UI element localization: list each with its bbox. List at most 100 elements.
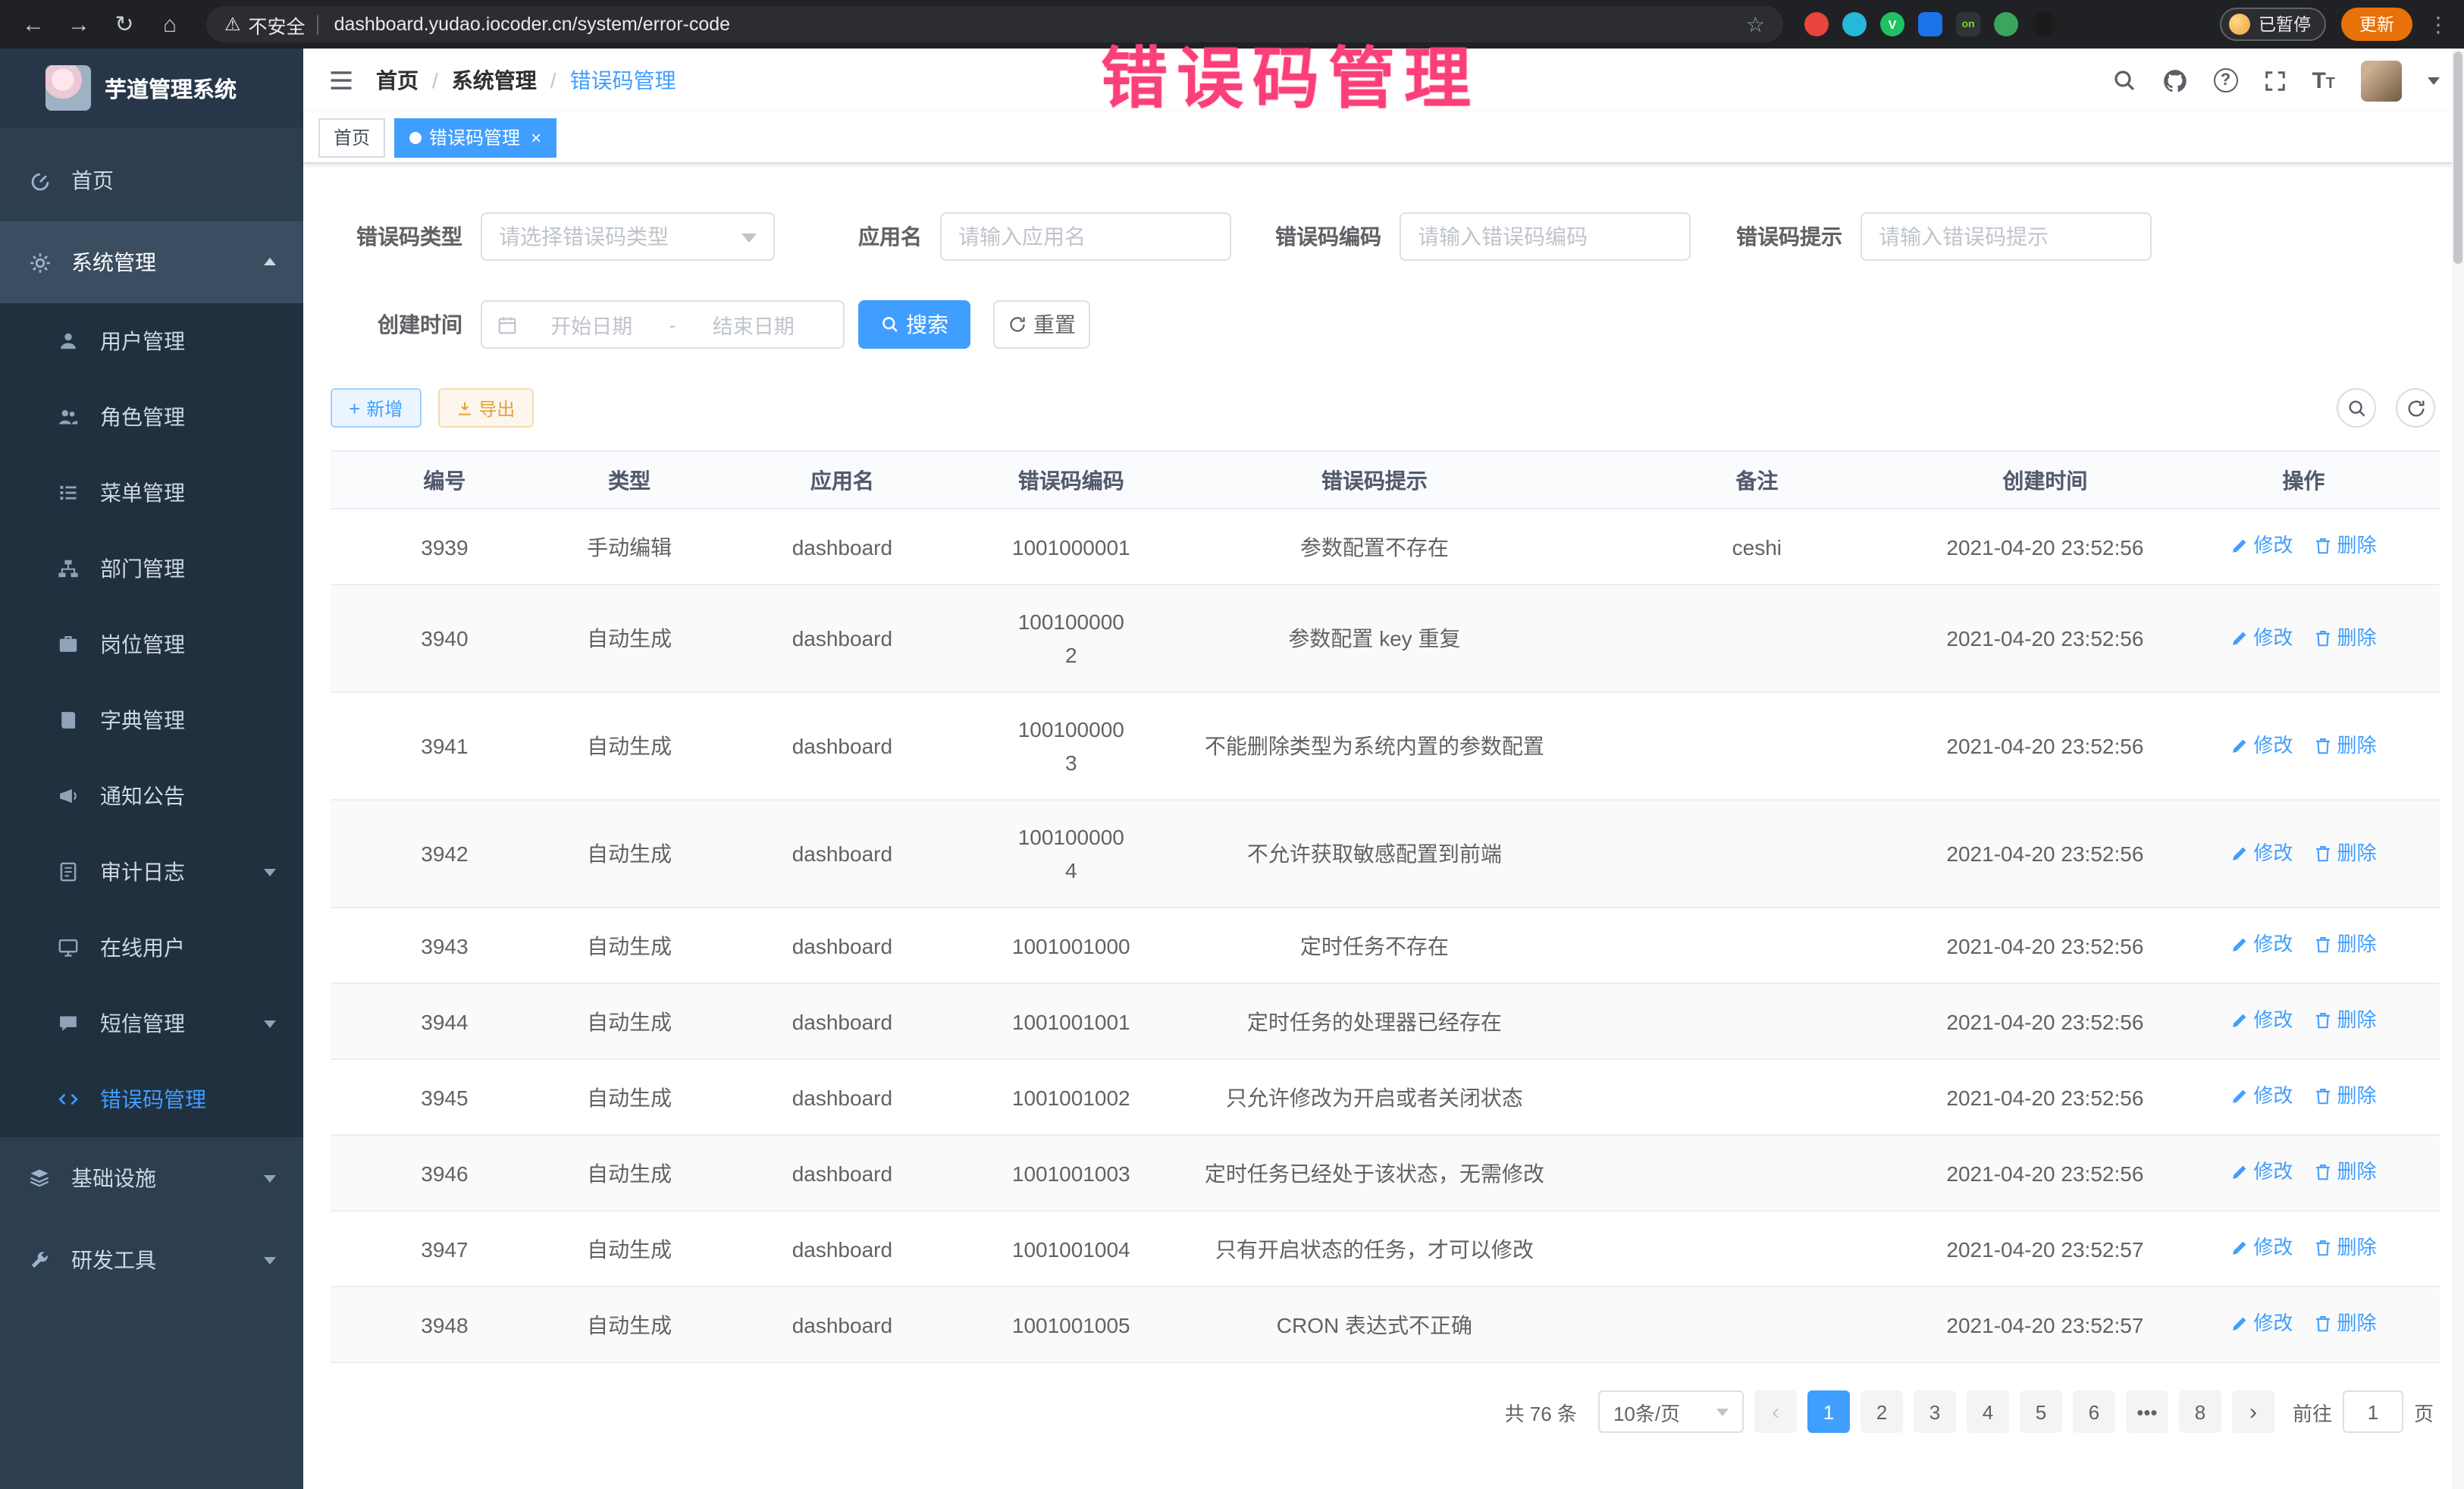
- update-button[interactable]: 更新: [2341, 8, 2412, 41]
- sidebar-item-dev-tools[interactable]: 研发工具: [0, 1219, 303, 1301]
- scrollbar-thumb[interactable]: [2453, 52, 2462, 264]
- cell-id: 3943: [331, 908, 559, 983]
- sidebar-item-infra[interactable]: 基础设施: [0, 1137, 303, 1219]
- sidebar-item-sms[interactable]: 短信管理: [0, 986, 303, 1061]
- sidebar-item-label: 错误码管理: [100, 1084, 206, 1114]
- sidebar-item-online-user[interactable]: 在线用户: [0, 910, 303, 986]
- scrollbar[interactable]: [2452, 49, 2464, 1489]
- edit-button[interactable]: 修改: [2230, 1231, 2293, 1265]
- sidebar-item-dict[interactable]: 字典管理: [0, 682, 303, 758]
- extension-icon[interactable]: on: [1956, 12, 1980, 36]
- edit-button[interactable]: 修改: [2230, 1004, 2293, 1037]
- delete-button[interactable]: 删除: [2314, 836, 2376, 870]
- refresh-button[interactable]: [2396, 388, 2435, 428]
- chevron-down-icon[interactable]: [2428, 77, 2440, 90]
- pagination-more[interactable]: •••: [2126, 1390, 2168, 1433]
- goto-page-input[interactable]: [2343, 1390, 2403, 1433]
- delete-button[interactable]: 删除: [2314, 729, 2376, 762]
- delete-button[interactable]: 删除: [2314, 1307, 2376, 1340]
- home-button[interactable]: ⌂: [152, 6, 188, 42]
- page-size-select[interactable]: 10条/页: [1598, 1390, 1744, 1433]
- extension-icon[interactable]: [1994, 12, 2018, 36]
- reset-button[interactable]: 重置: [993, 300, 1090, 349]
- close-icon[interactable]: ×: [531, 128, 541, 146]
- date-range-picker[interactable]: 开始日期 - 结束日期: [481, 300, 845, 349]
- cell-app: dashboard: [700, 908, 984, 983]
- pagination-next[interactable]: ›: [2232, 1390, 2274, 1433]
- delete-button[interactable]: 删除: [2314, 928, 2376, 961]
- sidebar-item-role[interactable]: 角色管理: [0, 379, 303, 455]
- delete-button[interactable]: 删除: [2314, 1080, 2376, 1113]
- pagination-page-2[interactable]: 2: [1861, 1390, 1903, 1433]
- extension-icon[interactable]: [2032, 12, 2056, 36]
- pagination-page-1[interactable]: 1: [1807, 1390, 1850, 1433]
- delete-button[interactable]: 删除: [2314, 621, 2376, 654]
- tag-home[interactable]: 首页: [318, 118, 385, 157]
- edit-button[interactable]: 修改: [2230, 1307, 2293, 1340]
- error-type-select[interactable]: 请选择错误码类型: [481, 212, 775, 261]
- github-icon[interactable]: [2161, 67, 2187, 93]
- hamburger-icon[interactable]: [328, 67, 355, 94]
- breadcrumb-item[interactable]: 首页: [376, 65, 419, 96]
- sidebar-item-audit-log[interactable]: 审计日志: [0, 834, 303, 910]
- sidebar-item-system[interactable]: 系统管理: [0, 221, 303, 303]
- sidebar-item-label: 审计日志: [100, 857, 185, 887]
- pagination-page-8[interactable]: 8: [2179, 1390, 2221, 1433]
- edit-button[interactable]: 修改: [2230, 1080, 2293, 1113]
- extension-icon[interactable]: V: [1880, 12, 1904, 36]
- edit-button[interactable]: 修改: [2230, 1155, 2293, 1189]
- sidebar-item-user[interactable]: 用户管理: [0, 303, 303, 379]
- help-icon[interactable]: ?: [2213, 68, 2237, 92]
- app-logo[interactable]: 芋道管理系统: [0, 49, 303, 127]
- error-msg-input[interactable]: [1861, 212, 2152, 261]
- sidebar-item-label: 系统管理: [71, 247, 156, 277]
- user-avatar[interactable]: [2361, 60, 2402, 101]
- tag-error-code[interactable]: 错误码管理 ×: [394, 118, 556, 157]
- reload-button[interactable]: ↻: [106, 6, 143, 42]
- extension-icon[interactable]: [1918, 12, 1942, 36]
- breadcrumb-item[interactable]: 系统管理: [452, 65, 537, 96]
- search-icon[interactable]: [2111, 68, 2136, 92]
- delete-button[interactable]: 删除: [2314, 529, 2376, 563]
- delete-button[interactable]: 删除: [2314, 1004, 2376, 1037]
- sidebar-item-dept[interactable]: 部门管理: [0, 531, 303, 607]
- app-name-input[interactable]: [940, 212, 1231, 261]
- delete-button[interactable]: 删除: [2314, 1155, 2376, 1189]
- sidebar-item-menu[interactable]: 菜单管理: [0, 455, 303, 531]
- edit-icon: [2230, 936, 2249, 954]
- pagination-page-6[interactable]: 6: [2073, 1390, 2115, 1433]
- edit-button[interactable]: 修改: [2230, 928, 2293, 961]
- sidebar-item-home[interactable]: 首页: [0, 139, 303, 221]
- error-code-input[interactable]: [1400, 212, 1691, 261]
- extension-icon[interactable]: [1804, 12, 1829, 36]
- export-button[interactable]: 导出: [437, 388, 533, 428]
- address-bar[interactable]: ⚠ 不安全 dashboard.yudao.iocoder.cn/system/…: [206, 6, 1783, 42]
- paused-badge[interactable]: 已暂停: [2219, 8, 2326, 41]
- font-size-icon[interactable]: TT: [2312, 67, 2335, 93]
- sidebar-item-error-code[interactable]: 错误码管理: [0, 1061, 303, 1137]
- edit-button[interactable]: 修改: [2230, 529, 2293, 563]
- cell-code: 1001001003: [984, 1135, 1158, 1211]
- edit-button[interactable]: 修改: [2230, 729, 2293, 762]
- pagination-page-4[interactable]: 4: [1967, 1390, 2009, 1433]
- edit-button[interactable]: 修改: [2230, 621, 2293, 654]
- sidebar-item-notice[interactable]: 通知公告: [0, 758, 303, 834]
- edit-button[interactable]: 修改: [2230, 836, 2293, 870]
- pagination-page-3[interactable]: 3: [1914, 1390, 1956, 1433]
- delete-button[interactable]: 删除: [2314, 1231, 2376, 1265]
- back-button[interactable]: ←: [15, 6, 52, 42]
- app-window: 芋道管理系统 首页系统管理用户管理角色管理菜单管理部门管理岗位管理字典管理通知公…: [0, 49, 2464, 1489]
- kebab-menu-icon[interactable]: ⋮: [2428, 11, 2449, 37]
- bookmark-star-icon[interactable]: ☆: [1746, 11, 1765, 37]
- pagination-prev[interactable]: ‹: [1754, 1390, 1797, 1433]
- extension-icon[interactable]: [1842, 12, 1867, 36]
- search-button[interactable]: 搜索: [858, 300, 970, 349]
- data-table: 编号类型应用名错误码编码错误码提示备注创建时间操作 3939手动编辑dashbo…: [331, 450, 2440, 1363]
- toggle-search-button[interactable]: [2337, 388, 2376, 428]
- fullscreen-icon[interactable]: [2263, 69, 2286, 92]
- forward-button[interactable]: →: [61, 6, 97, 42]
- pagination-page-5[interactable]: 5: [2020, 1390, 2062, 1433]
- cell-type: 自动生成: [559, 585, 701, 692]
- sidebar-item-post[interactable]: 岗位管理: [0, 607, 303, 682]
- add-button[interactable]: + 新增: [331, 388, 421, 428]
